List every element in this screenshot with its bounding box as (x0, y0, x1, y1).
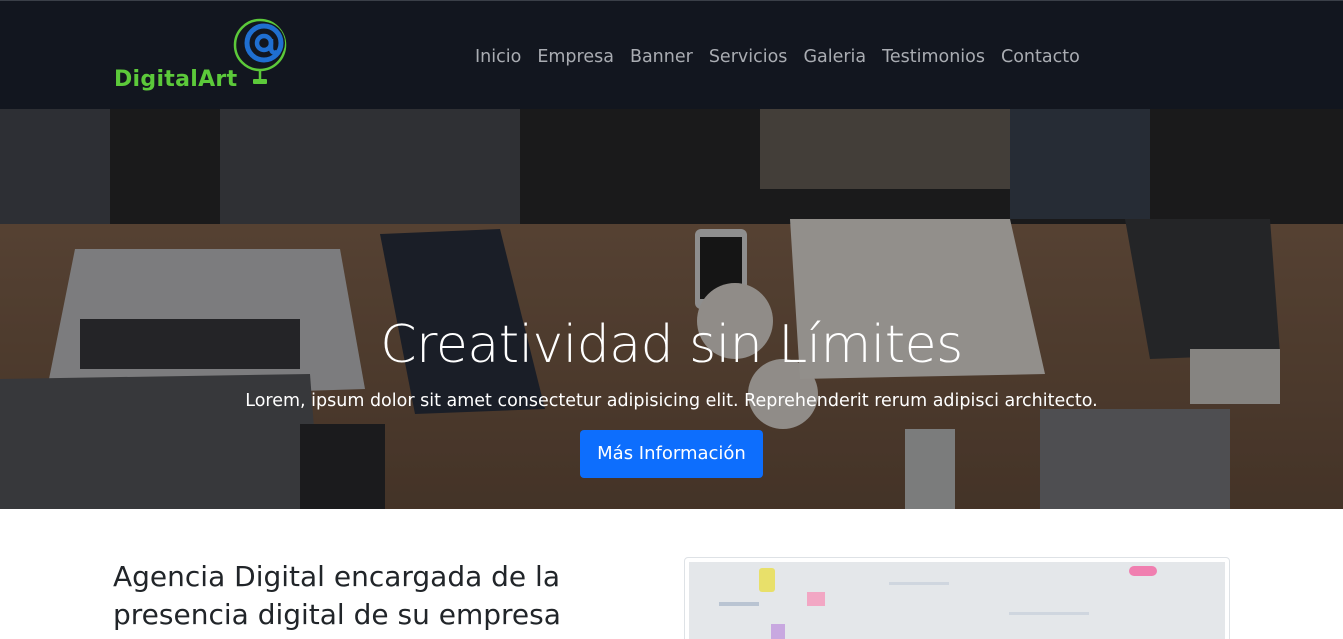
nav-link-galeria[interactable]: Galeria (795, 44, 874, 72)
main-nav: Inicio Empresa Banner Servicios Galeria … (467, 44, 1088, 72)
hero-banner: Creatividad sin Límites Lorem, ipsum dol… (0, 109, 1343, 509)
nav-link-testimonios[interactable]: Testimonios (874, 44, 993, 72)
nav-link-servicios[interactable]: Servicios (701, 44, 796, 72)
brand-name: DigitalArt (114, 67, 238, 92)
hero-title: Creatividad sin Límites (380, 315, 963, 375)
about-image-photo (689, 562, 1225, 639)
nav-link-contacto[interactable]: Contacto (993, 44, 1088, 72)
about-image (684, 557, 1230, 639)
nav-link-banner[interactable]: Banner (622, 44, 701, 72)
brand-logo[interactable]: DigitalArt (112, 17, 292, 95)
more-info-button[interactable]: Más Información (580, 430, 763, 478)
nav-link-inicio[interactable]: Inicio (467, 44, 529, 72)
navbar: DigitalArt Inicio Empresa Banner Servici… (0, 0, 1343, 109)
nav-link-empresa[interactable]: Empresa (529, 44, 622, 72)
about-heading: Agencia Digital encargada de la presenci… (113, 560, 561, 631)
whiteboard-photo (689, 562, 1225, 639)
hero-subtitle: Lorem, ipsum dolor sit amet consectetur … (245, 391, 1098, 411)
